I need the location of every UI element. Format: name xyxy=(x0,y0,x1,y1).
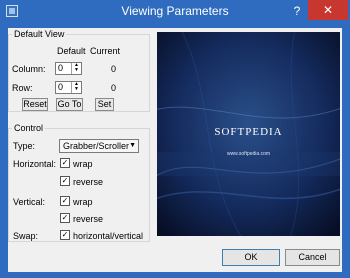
dialog-window: Viewing Parameters ? ✕ Default View Defa… xyxy=(0,0,350,278)
horizontal-wrap-label: wrap xyxy=(73,159,93,169)
cancel-button[interactable]: Cancel xyxy=(285,249,340,266)
swap-value-label: horizontal/vertical xyxy=(73,231,144,241)
stepper-arrows-icon[interactable]: ▲ ▼ xyxy=(71,63,81,74)
help-button[interactable]: ? xyxy=(290,2,304,20)
swap-label: Swap: xyxy=(13,231,39,241)
preview-image: SOFTPEDIA www.softpedia.com xyxy=(157,32,340,236)
close-button[interactable]: ✕ xyxy=(308,0,348,20)
vertical-reverse-checkbox[interactable]: ✓ xyxy=(60,213,70,223)
default-view-legend: Default View xyxy=(12,29,67,39)
horizontal-label: Horizontal: xyxy=(13,159,57,169)
type-select-value: Grabber/Scroller xyxy=(63,141,130,151)
current-column-header: Current xyxy=(90,46,121,56)
default-column-header: Default xyxy=(57,46,86,56)
vertical-reverse-label: reverse xyxy=(73,214,104,224)
vertical-wrap-checkbox[interactable]: ✓ xyxy=(60,196,70,206)
type-label: Type: xyxy=(13,141,36,151)
type-select[interactable]: Grabber/Scroller ▼ xyxy=(59,139,139,153)
stepper-arrows-icon[interactable]: ▲ ▼ xyxy=(71,82,81,93)
horizontal-reverse-label: reverse xyxy=(73,177,104,187)
swap-checkbox[interactable]: ✓ xyxy=(60,230,70,240)
reset-button[interactable]: Reset xyxy=(22,98,48,111)
set-button[interactable]: Set xyxy=(95,98,114,111)
dialog-client: Default View Default Current Column: 0 ▲… xyxy=(8,28,342,272)
chevron-down-icon[interactable]: ▼ xyxy=(129,140,136,152)
column-default-stepper[interactable]: 0 ▲ ▼ xyxy=(55,62,82,75)
row-current-value: 0 xyxy=(111,83,117,93)
control-legend: Control xyxy=(12,123,46,133)
column-label: Column: xyxy=(12,64,46,74)
preview-brand-text: SOFTPEDIA xyxy=(214,126,283,138)
row-default-stepper[interactable]: 0 ▲ ▼ xyxy=(55,81,82,94)
preview-url-text: www.softpedia.com xyxy=(226,151,271,157)
vertical-label: Vertical: xyxy=(13,197,46,207)
ok-button[interactable]: OK xyxy=(222,249,280,266)
row-label: Row: xyxy=(12,83,33,93)
row-default-value: 0 xyxy=(58,82,64,92)
column-default-value: 0 xyxy=(58,63,64,73)
goto-button[interactable]: Go To xyxy=(56,98,83,111)
title-bar[interactable]: Viewing Parameters ? ✕ xyxy=(0,0,350,24)
column-current-value: 0 xyxy=(111,64,117,74)
vertical-wrap-label: wrap xyxy=(73,197,93,207)
horizontal-wrap-checkbox[interactable]: ✓ xyxy=(60,158,70,168)
horizontal-reverse-checkbox[interactable]: ✓ xyxy=(60,176,70,186)
